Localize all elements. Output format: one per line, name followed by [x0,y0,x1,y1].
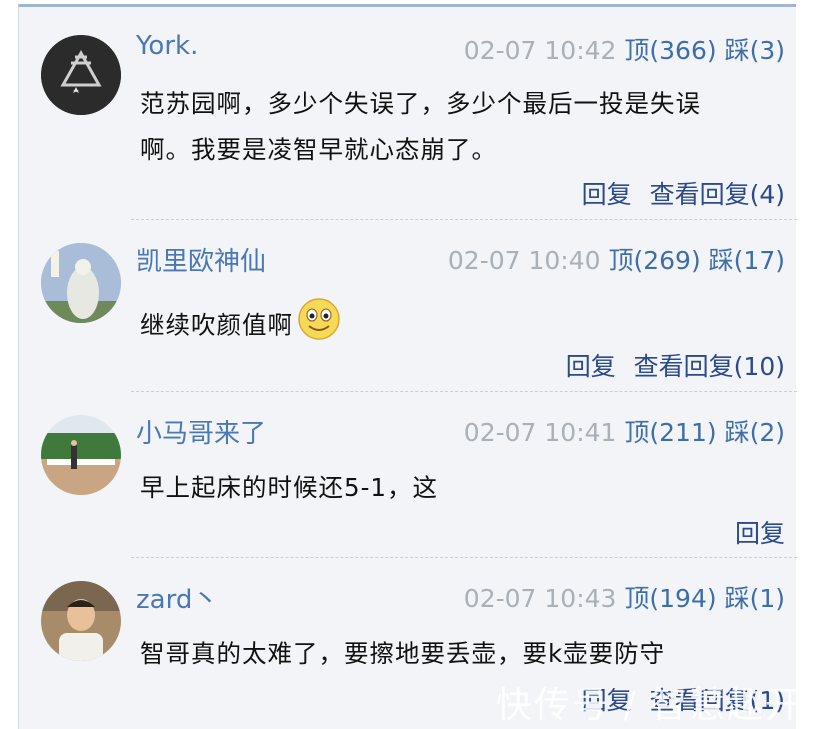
comment-text-line: 智哥真的太难了，要擦地要丢壶，要k壶要防守 [140,639,666,668]
username[interactable]: 小马哥来了 [136,413,266,450]
watermark: 快传号 / 智慧趣开 [496,685,804,726]
upvote-button[interactable]: 顶(269) [608,246,700,275]
divider [131,557,797,558]
comment-text: 早上起床的时候还5-1，这 [140,465,770,511]
comment-actions: 回复 [725,514,785,550]
comment-text: 范苏园啊，多少个失误了，多少个最后一投是失误 啊。我要是凌智早就心态崩了。 [140,81,770,173]
comment-text-line: 范苏园啊，多少个失误了，多少个最后一投是失误 [140,89,701,118]
timestamp: 02-07 10:43 [463,584,617,613]
username[interactable]: zard丶 [136,579,218,616]
upvote-button[interactable]: 顶(211) [624,418,716,447]
divider [131,219,797,220]
avatar[interactable] [41,415,121,495]
downvote-button[interactable]: 踩(3) [725,36,785,65]
reply-button[interactable]: 回复 [735,519,785,548]
comment-actions: 回复 查看回复(4) [572,175,785,211]
reply-button[interactable]: 回复 [566,352,616,381]
comment-meta: 02-07 10:41 顶(211) 踩(2) [464,413,785,449]
comment-actions: 回复 查看回复(10) [556,347,785,383]
comment-meta: 02-07 10:42 顶(366) 踩(3) [464,31,785,67]
timestamp: 02-07 10:42 [463,36,617,65]
view-replies-button[interactable]: 查看回复(10) [634,352,785,381]
spurs-logo-icon [41,35,121,115]
downvote-button[interactable]: 踩(17) [709,246,785,275]
statue-avatar-icon [41,243,121,323]
comment-text-line: 啊。我要是凌智早就心态崩了。 [140,135,497,164]
username[interactable]: York. [136,31,198,61]
comment-panel: York. 02-07 10:42 顶(366) 踩(3) 范苏园啊，多少个失误… [18,4,797,729]
avatar[interactable] [41,35,121,115]
comment-text: 智哥真的太难了，要擦地要丢壶，要k壶要防守 [140,631,770,677]
comment-meta: 02-07 10:43 顶(194) 踩(1) [464,579,785,615]
comment-meta: 02-07 10:40 顶(269) 踩(17) [448,241,785,277]
divider [131,391,797,392]
username[interactable]: 凯里欧神仙 [136,241,266,278]
avatar[interactable] [41,581,121,661]
comment-text-line: 继续吹颜值啊 [140,310,293,340]
upvote-button[interactable]: 顶(366) [624,36,716,65]
smile-emoji-icon [297,297,341,356]
timestamp: 02-07 10:40 [447,246,601,275]
downvote-button[interactable]: 踩(2) [725,418,785,447]
downvote-button[interactable]: 踩(1) [725,584,785,613]
person-avatar-icon [41,581,121,661]
reply-button[interactable]: 回复 [582,180,632,209]
basketball-court-avatar-icon [41,415,121,495]
upvote-button[interactable]: 顶(194) [624,584,716,613]
avatar[interactable] [41,243,121,323]
view-replies-button[interactable]: 查看回复(4) [650,180,785,209]
comment-text-line: 早上起床的时候还5-1，这 [140,473,439,502]
timestamp: 02-07 10:41 [463,418,617,447]
